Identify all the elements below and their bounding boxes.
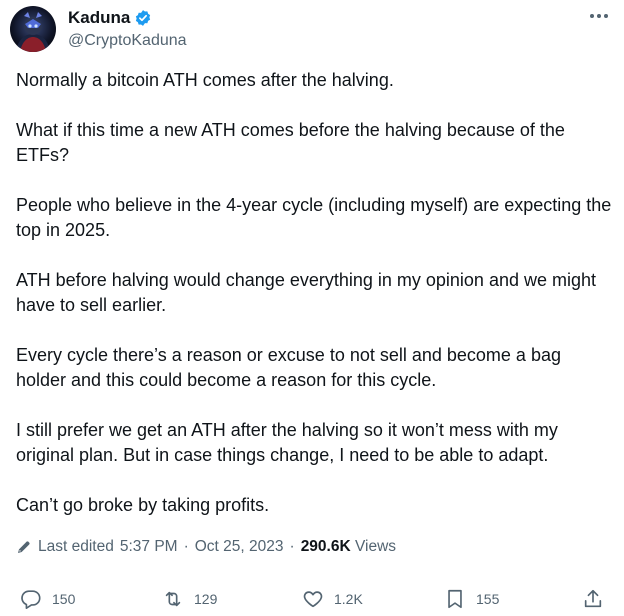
tweet-paragraph: People who believe in the 4-year cycle (… [16, 195, 612, 240]
tweet-paragraph: What if this time a new ATH comes before… [16, 120, 565, 165]
author-name-row: Kaduna [68, 8, 152, 28]
views-count[interactable]: 290.6K [301, 538, 351, 555]
reply-count: 150 [52, 591, 76, 607]
bookmark-icon [448, 589, 462, 609]
repost-button[interactable]: 129 [162, 588, 217, 610]
tweet-paragraph: Can’t go broke by taking profits. [16, 495, 270, 515]
like-count: 1.2K [334, 591, 363, 607]
tweet-time[interactable]: 5:37 PM [120, 538, 178, 556]
reply-icon [21, 590, 41, 609]
action-bar: 150 129 1.2K 155 [16, 588, 612, 614]
tweet-meta: Last edited 5:37 PM · Oct 25, 2023 · 290… [16, 538, 396, 556]
like-button[interactable]: 1.2K [302, 588, 363, 610]
tweet-paragraph: Every cycle there’s a reason or excuse t… [16, 345, 561, 390]
repost-count: 129 [194, 591, 218, 607]
heart-icon [303, 591, 323, 608]
share-icon [584, 589, 602, 608]
share-button[interactable] [582, 588, 604, 610]
handle[interactable]: @CryptoKaduna [68, 32, 187, 50]
pencil-icon [18, 541, 30, 553]
meta-separator: · [183, 538, 189, 555]
avatar-image [10, 6, 56, 52]
bookmark-count: 155 [476, 591, 500, 607]
display-name[interactable]: Kaduna [68, 8, 130, 28]
repost-icon [165, 591, 181, 607]
tweet-paragraph: ATH before halving would change everythi… [16, 270, 596, 315]
tweet-paragraph: Normally a bitcoin ATH comes after the h… [16, 70, 394, 90]
tweet-text: Normally a bitcoin ATH comes after the h… [16, 68, 612, 518]
verified-badge-icon [136, 10, 151, 26]
views-label: Views [354, 538, 397, 555]
tweet: Kaduna @CryptoKaduna Normally a bitcoin … [0, 0, 624, 616]
bookmark-button[interactable]: 155 [444, 588, 499, 610]
reply-button[interactable]: 150 [20, 588, 75, 610]
tweet-date[interactable]: Oct 25, 2023 [195, 538, 284, 556]
avatar[interactable] [10, 6, 56, 52]
more-options-icon[interactable] [588, 8, 610, 24]
edited-label[interactable]: Last edited [38, 538, 114, 556]
tweet-paragraph: I still prefer we get an ATH after the h… [16, 420, 558, 465]
meta-separator: · [289, 538, 295, 555]
